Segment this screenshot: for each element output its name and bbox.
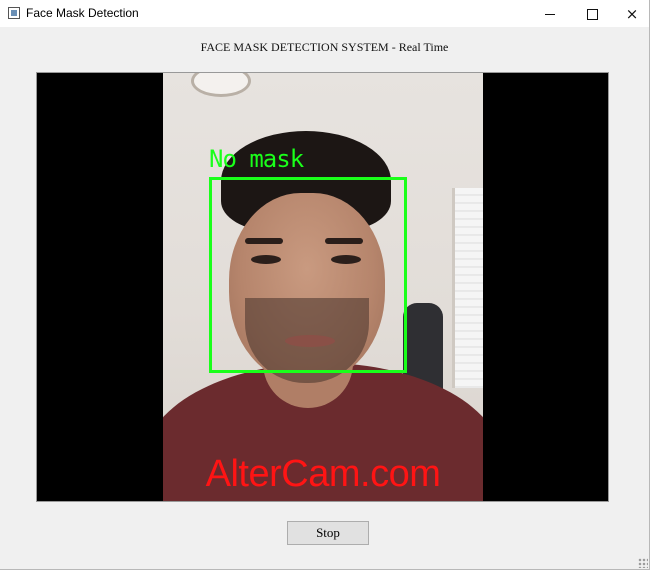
minimize-icon [545, 14, 555, 15]
page-title: FACE MASK DETECTION SYSTEM - Real Time [200, 40, 449, 54]
window-title: Face Mask Detection [26, 6, 139, 20]
close-button[interactable]: × [610, 0, 654, 27]
title-bar[interactable]: Face Mask Detection × [0, 0, 649, 27]
minimize-button[interactable] [528, 0, 572, 27]
maximize-icon [586, 9, 598, 20]
stop-button[interactable]: Stop [287, 521, 369, 545]
app-window-icon [8, 7, 20, 19]
video-feed: No mask AlterCam.com [36, 72, 609, 502]
watermark-text: AlterCam.com [205, 453, 441, 495]
detection-label: No mask [209, 145, 304, 173]
resize-grip[interactable] [638, 558, 648, 568]
detection-bounding-box [209, 177, 407, 373]
close-icon: × [625, 5, 639, 23]
camera-frame: No mask AlterCam.com [163, 73, 483, 501]
maximize-button[interactable] [570, 0, 614, 27]
background-window [452, 188, 483, 388]
app-window: Face Mask Detection × FACE MASK DETECTIO… [0, 0, 650, 570]
ceiling-lamp [191, 73, 251, 97]
